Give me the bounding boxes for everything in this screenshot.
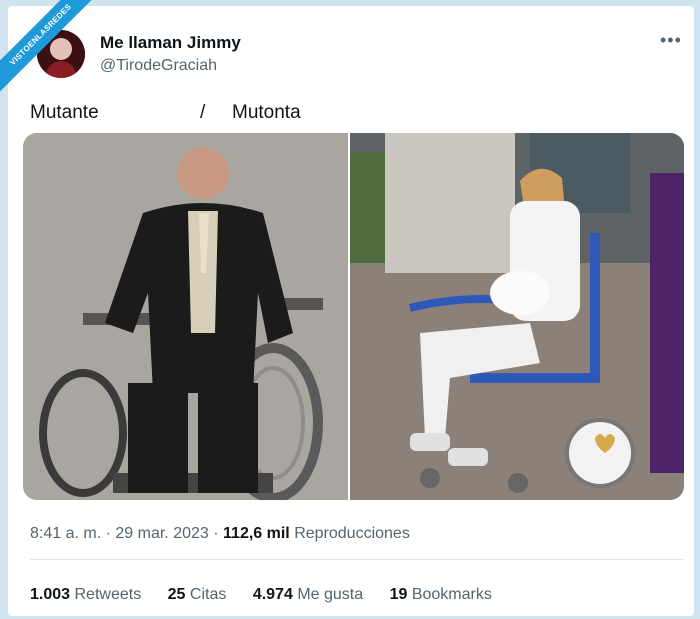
retweets-count: 1.003	[30, 586, 71, 603]
stat-quotes[interactable]: 25 Citas	[168, 586, 227, 603]
views-label: Reproducciones	[294, 525, 410, 542]
views-count: 112,6 mil	[223, 525, 290, 542]
tweet-metadata: 8:41 a. m. · 29 mar. 2023 · 112,6 mil Re…	[30, 525, 410, 543]
tweet-date[interactable]: 29 mar. 2023	[115, 525, 208, 542]
tweet-text: Mutante / Mutonta	[30, 102, 301, 124]
user-handle[interactable]: @TirodeGraciah	[100, 57, 217, 75]
likes-count: 4.974	[252, 586, 293, 603]
meta-dot: ·	[105, 525, 111, 542]
engagement-stats: 1.003 Retweets 25 Citas 4.974 Me gusta 1…	[30, 586, 514, 604]
stat-bookmarks[interactable]: 19 Bookmarks	[390, 586, 492, 603]
more-horizontal-icon[interactable]: •••	[660, 30, 682, 51]
photo-right[interactable]	[350, 133, 684, 500]
bookmarks-label: Bookmarks	[411, 586, 492, 603]
photo-left-image	[23, 133, 348, 500]
tweet-text-left: Mutante	[30, 102, 99, 123]
bookmarks-count: 19	[389, 586, 408, 603]
photo-right-image	[350, 133, 684, 500]
quotes-count: 25	[167, 586, 186, 603]
display-name[interactable]: Me llaman Jimmy	[100, 33, 241, 53]
stat-likes[interactable]: 4.974 Me gusta	[253, 586, 363, 603]
tweet-text-right: Mutonta	[232, 102, 301, 123]
tweet-text-separator: /	[200, 102, 206, 123]
media-grid[interactable]	[23, 133, 684, 500]
tweet-time[interactable]: 8:41 a. m.	[30, 525, 101, 542]
retweets-label: Retweets	[74, 586, 142, 603]
tweet-card: VISTOENLASREDES Me llaman Jimmy @TirodeG…	[0, 0, 694, 616]
meta-dot-2: ·	[213, 525, 219, 542]
likes-label: Me gusta	[297, 586, 364, 603]
divider	[30, 559, 684, 560]
photo-left[interactable]	[23, 133, 348, 500]
stat-retweets[interactable]: 1.003 Retweets	[30, 586, 141, 603]
quotes-label: Citas	[189, 586, 227, 603]
